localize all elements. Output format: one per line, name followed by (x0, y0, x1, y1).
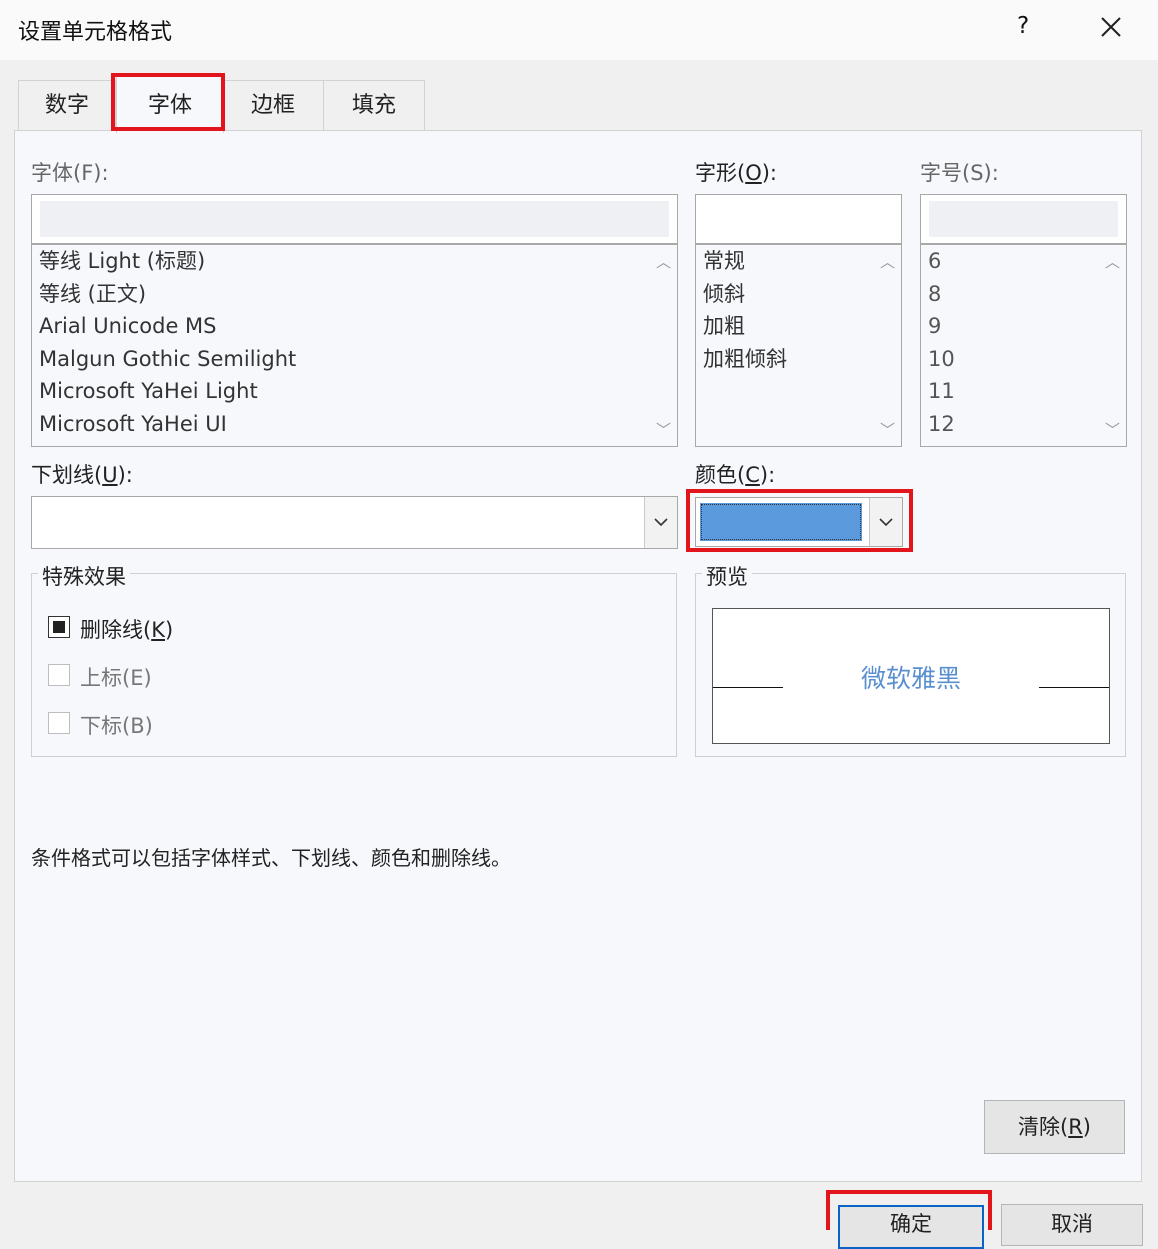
superscript-checkbox[interactable] (48, 664, 70, 686)
underline-label: 下划线(U): (31, 463, 133, 487)
tab-font[interactable]: 字体 (116, 76, 224, 133)
color-label: 颜色(C): (695, 463, 776, 487)
tab-fill[interactable]: 填充 (323, 80, 425, 131)
style-label: 字形(O): (695, 161, 778, 185)
format-cells-dialog: 设置单元格格式 ? 数字 字体 边框 填充 字体(F): 等线 Light (标… (0, 0, 1158, 1249)
list-item[interactable]: 等线 (正文) (32, 278, 677, 311)
subscript-label[interactable]: 下标(B) (80, 710, 153, 740)
underline-select[interactable] (31, 496, 678, 549)
list-item[interactable]: 12 (921, 408, 1126, 441)
color-dropdown-button[interactable] (869, 498, 902, 546)
list-item[interactable]: 倾斜 (696, 278, 901, 311)
strikethrough-checkbox[interactable] (48, 616, 70, 638)
scroll-down-icon[interactable]: ﹀ (656, 419, 671, 440)
list-item[interactable]: 常规 (696, 245, 901, 278)
font-list[interactable]: 等线 Light (标题) 等线 (正文) Arial Unicode MS M… (31, 244, 678, 447)
strikethrough-label[interactable]: 删除线(K) (80, 614, 173, 644)
conditional-format-note: 条件格式可以包括字体样式、下划线、颜色和删除线。 (31, 846, 511, 870)
tab-number[interactable]: 数字 (18, 80, 116, 131)
size-label: 字号(S): (920, 161, 999, 185)
tab-border[interactable]: 边框 (222, 80, 324, 131)
list-item[interactable]: 10 (921, 343, 1126, 376)
list-item[interactable]: 9 (921, 310, 1126, 343)
help-button[interactable]: ? (1017, 13, 1029, 39)
preview-title: 预览 (702, 561, 752, 591)
preview-box: 微软雅黑 (712, 608, 1110, 744)
scroll-down-icon[interactable]: ﹀ (880, 419, 895, 440)
scroll-down-icon[interactable]: ﹀ (1105, 419, 1120, 440)
chevron-down-icon (879, 517, 893, 526)
effects-title: 特殊效果 (38, 561, 130, 591)
color-swatch (700, 503, 862, 541)
list-item[interactable]: Microsoft YaHei UI (32, 408, 677, 441)
clear-button[interactable]: 清除(R) (984, 1100, 1125, 1154)
preview-sample-text: 微软雅黑 (860, 664, 961, 693)
list-item[interactable]: 8 (921, 278, 1126, 311)
list-item[interactable]: 加粗 (696, 310, 901, 343)
underline-dropdown-button[interactable] (644, 497, 677, 548)
color-select[interactable] (695, 497, 903, 547)
list-item[interactable]: Microsoft YaHei Light (32, 375, 677, 408)
list-item[interactable]: 等线 Light (标题) (32, 245, 677, 278)
superscript-label[interactable]: 上标(E) (80, 662, 152, 692)
style-list[interactable]: 常规 倾斜 加粗 加粗倾斜 ︿ ﹀ (695, 244, 902, 447)
size-input[interactable] (920, 194, 1127, 244)
list-item[interactable]: 6 (921, 245, 1126, 278)
close-icon[interactable] (1098, 14, 1124, 40)
size-input-field[interactable] (929, 201, 1118, 237)
list-item[interactable]: Arial Unicode MS (32, 310, 677, 343)
subscript-checkbox[interactable] (48, 712, 70, 734)
size-list[interactable]: 6 8 9 10 11 12 ︿ ﹀ (920, 244, 1127, 447)
list-item[interactable]: 加粗倾斜 (696, 343, 901, 376)
style-input[interactable] (695, 194, 902, 244)
font-label: 字体(F): (31, 161, 109, 185)
ok-button[interactable]: 确定 (838, 1205, 984, 1249)
list-item[interactable]: 11 (921, 375, 1126, 408)
scroll-up-icon[interactable]: ︿ (880, 251, 895, 272)
scroll-up-icon[interactable]: ︿ (1105, 251, 1120, 272)
list-item[interactable]: Malgun Gothic Semilight (32, 343, 677, 376)
font-input[interactable] (31, 194, 678, 244)
dialog-title: 设置单元格格式 (18, 20, 173, 45)
title-bar (0, 0, 1158, 60)
indeterminate-mark (53, 621, 65, 633)
chevron-down-icon (654, 518, 668, 527)
cancel-button[interactable]: 取消 (1001, 1204, 1143, 1246)
scroll-up-icon[interactable]: ︿ (656, 251, 671, 272)
font-input-field[interactable] (40, 201, 669, 237)
